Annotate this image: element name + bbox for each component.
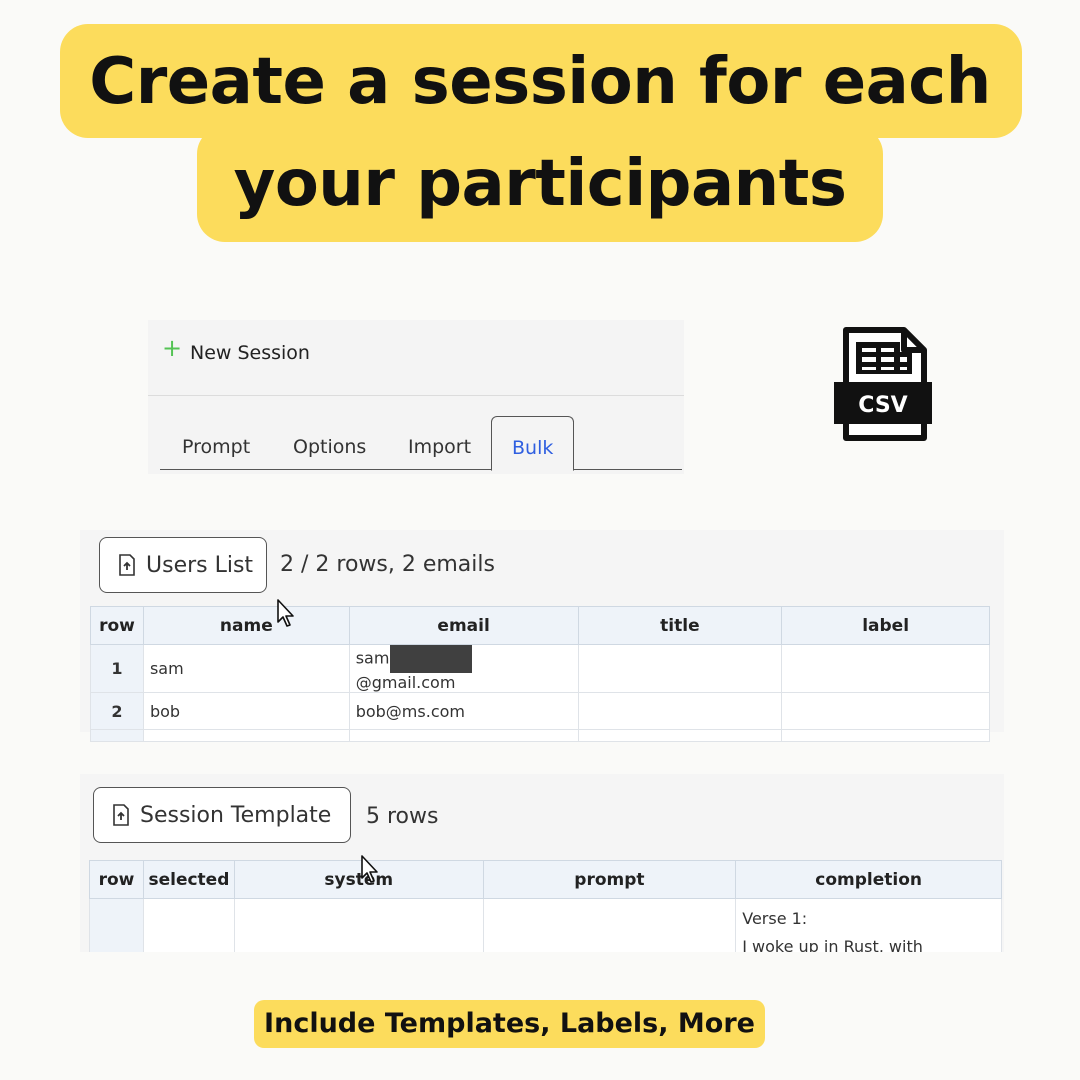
new-session-button[interactable]: + New Session (148, 320, 684, 396)
redaction-block (390, 645, 473, 673)
table-row[interactable]: 1 sam sam @gmail.com (90, 644, 990, 693)
email-cell[interactable]: bob@ms.com (348, 692, 579, 730)
label-cell[interactable] (781, 692, 990, 730)
csv-icon-label: CSV (858, 393, 907, 418)
column-header-name[interactable]: name (142, 606, 350, 645)
column-header-row[interactable]: row (90, 606, 144, 645)
empty-cell (781, 729, 990, 742)
file-upload-icon (119, 554, 135, 576)
new-session-panel: + New Session Prompt Options Import Bulk (148, 320, 684, 474)
column-header-system[interactable]: system (233, 860, 484, 899)
mouse-pointer-icon (361, 855, 378, 883)
email-suffix: @gmail.com (355, 673, 456, 692)
column-header-prompt[interactable]: prompt (482, 860, 737, 899)
panel-crop (80, 952, 1004, 982)
users-panel: Users List 2 / 2 rows, 2 emails row name… (80, 530, 1004, 742)
csv-file-icon: CSV (834, 327, 932, 441)
users-table: row name email title label 1 sam sam @gma… (90, 606, 990, 742)
row-number: 1 (90, 644, 144, 693)
tab-import[interactable]: Import (408, 416, 471, 470)
column-header-label[interactable]: label (781, 606, 990, 645)
session-tabs: Prompt Options Import Bulk (160, 416, 682, 471)
file-upload-icon (113, 804, 129, 826)
completion-line: Verse 1: (742, 909, 808, 928)
label-cell[interactable] (781, 644, 990, 693)
new-session-label: New Session (190, 342, 310, 364)
email-prefix: sam (355, 648, 390, 668)
title-cell[interactable] (577, 692, 783, 730)
empty-cell (90, 729, 144, 742)
table-row[interactable]: 2 bob bob@ms.com (90, 692, 990, 730)
tab-prompt[interactable]: Prompt (182, 416, 250, 470)
column-header-title[interactable]: title (577, 606, 783, 645)
table-row-empty (90, 729, 990, 742)
headline-line-2: your participants (233, 147, 847, 221)
name-cell[interactable]: bob (142, 692, 350, 730)
empty-cell (142, 729, 350, 742)
users-summary: 2 / 2 rows, 2 emails (280, 552, 495, 577)
template-summary: 5 rows (366, 804, 439, 829)
name-cell[interactable]: sam (142, 644, 350, 693)
template-header-row: row selected system prompt completion (89, 860, 1002, 899)
users-list-button[interactable]: Users List (99, 537, 267, 593)
column-header-completion[interactable]: completion (735, 860, 1002, 899)
tab-bulk[interactable]: Bulk (491, 416, 575, 471)
column-header-row[interactable]: row (89, 860, 144, 899)
column-header-email[interactable]: email (348, 606, 579, 645)
email-cell[interactable]: sam @gmail.com (348, 644, 579, 693)
users-list-label: Users List (146, 552, 254, 578)
footer-tagline: Include Templates, Labels, More (254, 1000, 765, 1048)
plus-icon: + (162, 334, 183, 362)
empty-cell (348, 729, 579, 742)
session-template-label: Session Template (140, 802, 332, 828)
mouse-pointer-icon (277, 599, 294, 627)
session-template-panel: Session Template 5 rows row selected sys… (80, 774, 1004, 962)
users-header-row: row name email title label (90, 606, 990, 645)
headline-line-1: Create a session for each (89, 45, 991, 119)
template-table: row selected system prompt completion Ve… (89, 860, 1002, 962)
tab-options[interactable]: Options (293, 416, 366, 470)
title-cell[interactable] (577, 644, 783, 693)
column-header-selected[interactable]: selected (142, 860, 235, 899)
empty-cell (577, 729, 783, 742)
session-template-button[interactable]: Session Template (93, 787, 351, 843)
row-number: 2 (90, 692, 144, 730)
